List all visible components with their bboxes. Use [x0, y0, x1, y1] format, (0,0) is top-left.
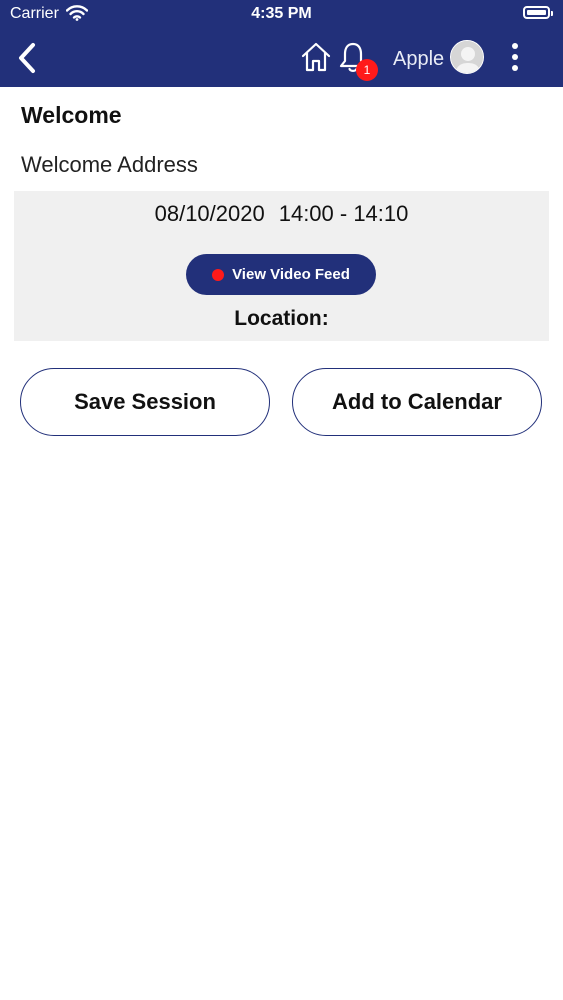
status-bar: Carrier 4:35 PM	[0, 0, 563, 28]
add-to-calendar-button[interactable]: Add to Calendar	[292, 368, 542, 436]
view-video-feed-button[interactable]: View Video Feed	[186, 254, 376, 295]
add-to-calendar-label: Add to Calendar	[332, 389, 502, 414]
live-dot-icon	[212, 268, 225, 281]
session-date: 08/10/2020	[154, 201, 265, 226]
avatar-icon[interactable]	[450, 40, 484, 74]
session-info-panel: 08/10/2020 14:00 - 14:10 View Video Feed …	[14, 191, 549, 341]
session-time-range: 14:00 - 14:10	[278, 201, 409, 226]
session-datetime: 08/10/2020 14:00 - 14:10	[14, 201, 549, 227]
more-vertical-icon[interactable]	[508, 42, 522, 72]
notification-badge: 1	[356, 59, 378, 81]
location-label: Location:	[234, 307, 329, 330]
session-subtitle: Welcome Address	[21, 152, 198, 177]
save-session-button[interactable]: Save Session	[20, 368, 270, 436]
avatar-silhouette	[451, 41, 483, 73]
user-name[interactable]: Apple	[393, 48, 444, 71]
battery-icon	[523, 6, 553, 19]
back-chevron-icon[interactable]	[12, 40, 42, 76]
session-title: Welcome	[21, 102, 122, 128]
status-time: 4:35 PM	[251, 5, 312, 22]
video-button-label: View Video Feed	[232, 266, 350, 283]
home-icon[interactable]	[300, 41, 332, 73]
save-session-label: Save Session	[74, 389, 216, 414]
top-bar: Carrier 4:35 PM 1 Apple	[0, 0, 563, 87]
